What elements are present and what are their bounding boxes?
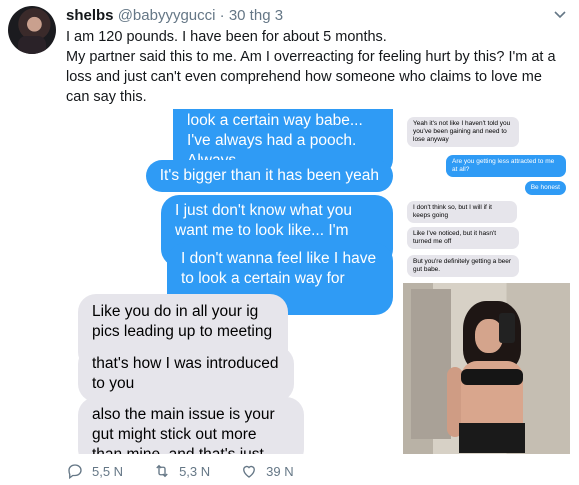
like-icon [243,465,256,478]
tweet-text-line: I am 120 pounds. I have been for about 5… [66,29,387,45]
outgoing-message: It's bigger than it has been yeah [145,160,393,192]
background-door [411,289,451,439]
incoming-message: I don't think so, but I will if it keeps… [407,201,517,223]
user-handle[interactable]: @babyyygucci [118,7,216,24]
reply-button[interactable]: 5,5 N [66,462,123,480]
tweet-media[interactable]: look a certain way babe... I've always h… [66,109,570,454]
incoming-message: also the main issue is your gut might st… [78,397,304,454]
caret-down-icon[interactable] [553,8,567,22]
incoming-message: But you're definitely getting a beer gut… [407,255,519,277]
outgoing-message: Are you getting less attracted to me at … [446,155,566,177]
reply-count: 5,5 N [92,463,124,479]
mirror-selfie-photo[interactable] [403,283,570,454]
tweet-text: I am 120 pounds. I have been for about 5… [66,27,566,107]
photo-top [461,369,523,385]
tweet-actions: 5,5 N 5,3 N 39 N [66,460,324,482]
avatar[interactable] [8,6,56,54]
tweet-text-line: My partner said this to me. Am I overrea… [66,49,556,105]
like-button[interactable]: 39 N [240,462,294,480]
retweet-count: 5,3 N [179,463,211,479]
tweet-date[interactable]: 30 thg 3 [229,7,283,24]
tweet-header: shelbs @babyyygucci · 30 thg 3 [66,6,283,26]
separator-dot: · [219,7,225,24]
retweet-button[interactable]: 5,3 N [153,462,210,480]
incoming-message: that's how I was introduced to you [78,346,294,402]
chat-screenshot-left[interactable]: look a certain way babe... I've always h… [66,109,401,454]
chat-screenshot-right[interactable]: Yeah it's not like I haven't told you yo… [403,109,570,281]
outgoing-message: Be honest [524,181,566,195]
photo-phone [499,313,515,343]
reply-icon [68,464,82,480]
like-count: 39 N [266,463,294,479]
retweet-icon [156,464,168,478]
display-name[interactable]: shelbs [66,7,114,24]
incoming-message: Like I've noticed, but it hasn't turned … [407,227,519,249]
incoming-message: Yeah it's not like I haven't told you yo… [407,117,519,147]
photo-shorts [459,423,525,453]
